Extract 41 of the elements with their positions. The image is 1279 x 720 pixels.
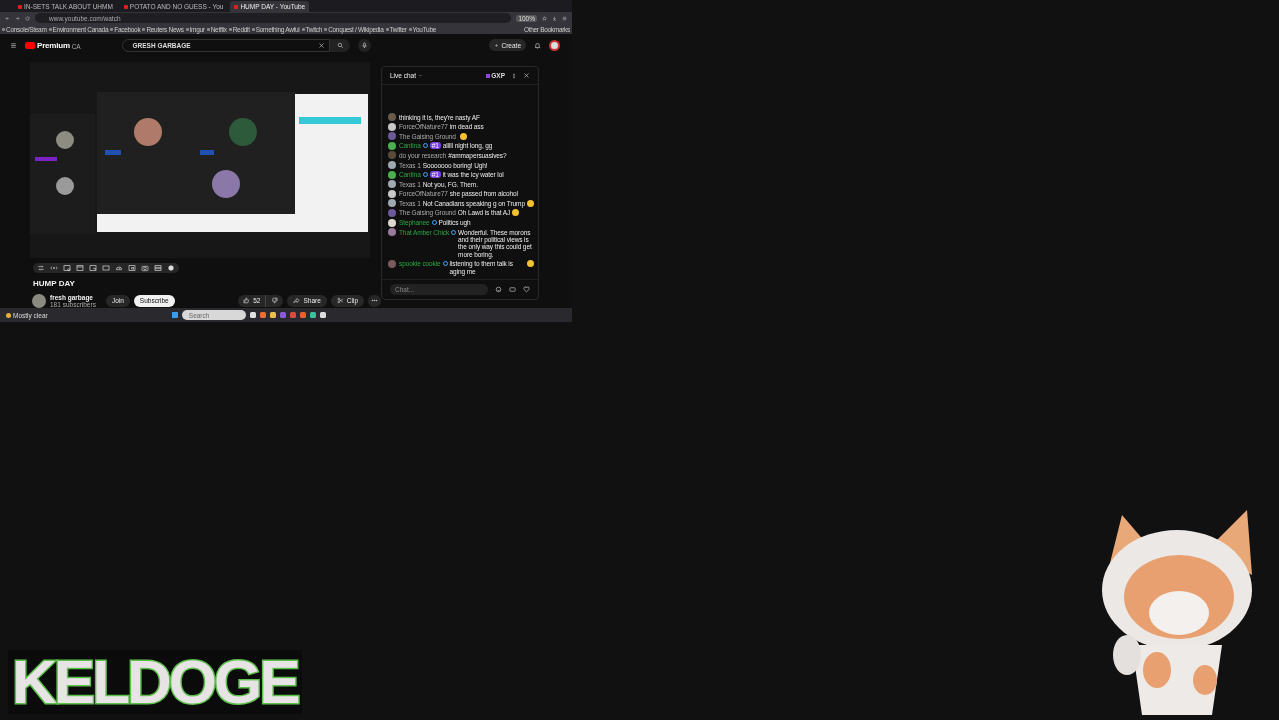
- miniplayer-icon[interactable]: [128, 264, 136, 272]
- heart-icon[interactable]: [523, 286, 530, 293]
- menu-icon[interactable]: [562, 15, 567, 21]
- back-icon: [5, 15, 10, 21]
- loop-icon[interactable]: [37, 264, 45, 272]
- camera-icon[interactable]: [141, 264, 149, 272]
- emoji-icon[interactable]: [495, 286, 502, 293]
- account-avatar[interactable]: [549, 39, 560, 51]
- picture-in-picture-icon[interactable]: [89, 264, 97, 272]
- thumbs-up-icon: [243, 297, 251, 304]
- share-icon: [293, 297, 301, 304]
- more-icon[interactable]: [511, 72, 517, 79]
- menu-icon[interactable]: [10, 41, 17, 49]
- broadcast-icon[interactable]: [50, 264, 58, 272]
- thumbs-down-icon: [271, 297, 279, 304]
- start-icon[interactable]: [171, 312, 178, 318]
- card-icon[interactable]: [509, 286, 516, 293]
- video-title: HUMP DAY: [33, 279, 76, 289]
- more-icon: [371, 297, 378, 304]
- caret-icon: [418, 73, 424, 78]
- bell-icon[interactable]: [534, 41, 541, 49]
- microphone-icon: [361, 41, 369, 49]
- close-icon[interactable]: [523, 72, 530, 79]
- reload-icon: [25, 15, 30, 21]
- channel-avatar[interactable]: [32, 293, 46, 308]
- search-icon: [337, 41, 344, 49]
- download-icon[interactable]: [552, 15, 557, 21]
- scissors-icon: [336, 297, 344, 304]
- search-button[interactable]: [330, 38, 351, 52]
- theater-icon[interactable]: [102, 264, 110, 272]
- subtitles-icon[interactable]: [154, 264, 162, 272]
- plus-icon: [494, 42, 500, 48]
- clear-icon[interactable]: [318, 41, 326, 49]
- star-icon[interactable]: [542, 15, 547, 21]
- speedometer-icon[interactable]: [115, 264, 123, 272]
- streamer-logo: KELDOGE: [8, 650, 302, 714]
- voice-search-button[interactable]: [358, 38, 372, 52]
- window-icon[interactable]: [76, 264, 84, 272]
- settings-window-icon[interactable]: [63, 264, 71, 272]
- more-button[interactable]: [368, 294, 381, 307]
- forward-icon: [15, 15, 20, 21]
